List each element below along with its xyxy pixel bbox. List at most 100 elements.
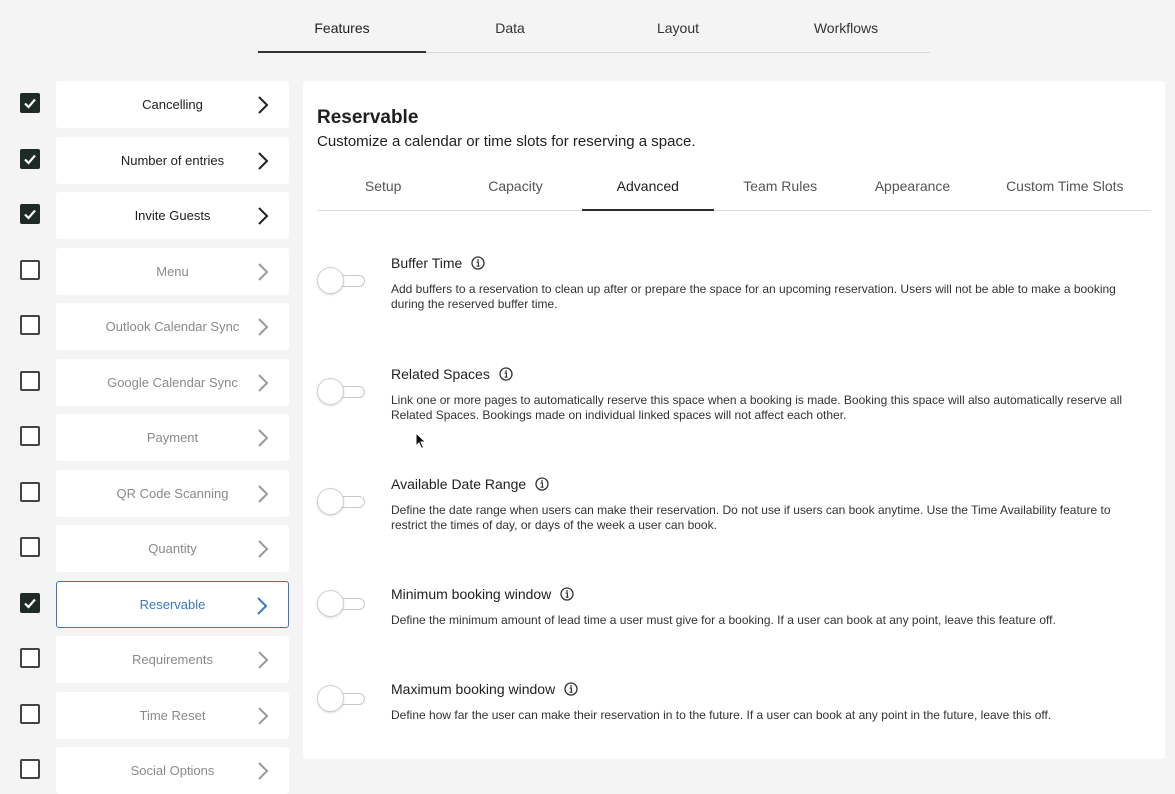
feature-checkbox-invite-guests[interactable] <box>20 204 40 224</box>
checkmark-icon <box>24 98 36 109</box>
feature-row-number-of-entries: Number of entries <box>20 137 290 184</box>
setting-title-text: Buffer Time <box>391 255 463 271</box>
feature-row-reservable: Reservable <box>20 581 290 628</box>
tab-data[interactable]: Data <box>426 0 594 52</box>
feature-checkbox-social-options[interactable] <box>20 759 40 779</box>
feature-button-reservable[interactable]: Reservable <box>56 581 289 628</box>
feature-button-time-reset[interactable]: Time Reset <box>56 692 289 739</box>
chevron-right-icon <box>258 207 269 225</box>
chevron-right-icon <box>258 152 269 170</box>
setting-title: Buffer Time <box>391 255 485 271</box>
setting-description: Define the minimum amount of lead time a… <box>391 613 1056 627</box>
feature-row-time-reset: Time Reset <box>20 692 290 739</box>
info-icon[interactable] <box>499 367 513 381</box>
chevron-right-icon <box>258 707 269 725</box>
top-tab-bar: Features Data Layout Workflows <box>258 0 930 53</box>
feature-label: Outlook Calendar Sync <box>105 319 240 334</box>
feature-checkbox-cancelling[interactable] <box>20 93 40 113</box>
feature-button-qr-code-scanning[interactable]: QR Code Scanning <box>56 470 289 517</box>
setting-title: Maximum booking window <box>391 681 578 697</box>
setting-description: Link one or more pages to automatically … <box>391 393 1123 422</box>
tab-capacity[interactable]: Capacity <box>449 163 581 210</box>
chevron-right-icon <box>258 374 269 392</box>
info-icon[interactable] <box>535 477 549 491</box>
feature-label: Requirements <box>132 652 213 667</box>
setting-title-text: Maximum booking window <box>391 681 556 697</box>
setting-title-text: Available Date Range <box>391 476 527 492</box>
maximum-booking-window-toggle[interactable] <box>317 685 365 712</box>
setting-title: Related Spaces <box>391 366 513 382</box>
feature-checkbox-menu[interactable] <box>20 260 40 280</box>
feature-button-google-calendar-sync[interactable]: Google Calendar Sync <box>56 359 289 406</box>
feature-label: Payment <box>146 430 199 445</box>
feature-label: Invite Guests <box>134 208 211 223</box>
setting-title: Available Date Range <box>391 476 549 492</box>
chevron-right-icon <box>257 597 268 615</box>
checkmark-icon <box>24 154 36 165</box>
feature-row-social-options: Social Options <box>20 747 290 794</box>
info-icon[interactable] <box>560 587 574 601</box>
setting-description: Add buffers to a reservation to clean up… <box>391 282 1116 311</box>
feature-row-invite-guests: Invite Guests <box>20 192 290 239</box>
feature-label: Quantity <box>148 541 197 556</box>
chevron-right-icon <box>258 485 269 503</box>
feature-checkbox-number-of-entries[interactable] <box>20 149 40 169</box>
tab-features[interactable]: Features <box>258 0 426 53</box>
related-spaces-toggle[interactable] <box>317 378 365 405</box>
tab-setup[interactable]: Setup <box>317 163 449 210</box>
feature-row-quantity: Quantity <box>20 525 290 572</box>
chevron-right-icon <box>258 318 269 336</box>
feature-button-requirements[interactable]: Requirements <box>56 636 289 683</box>
toggle-knob <box>317 685 344 712</box>
feature-checkbox-reservable[interactable] <box>20 593 40 613</box>
feature-button-outlook-calendar-sync[interactable]: Outlook Calendar Sync <box>56 303 289 350</box>
feature-label: Cancelling <box>142 97 203 112</box>
feature-row-outlook-calendar-sync: Outlook Calendar Sync <box>20 303 290 350</box>
feature-label: Google Calendar Sync <box>107 375 238 390</box>
feature-checkbox-outlook-calendar-sync[interactable] <box>20 315 40 335</box>
tab-custom-time-slots[interactable]: Custom Time Slots <box>979 163 1151 210</box>
feature-checkbox-payment[interactable] <box>20 426 40 446</box>
info-icon[interactable] <box>564 682 578 696</box>
setting-description: Define the date range when users can mak… <box>391 503 1111 532</box>
feature-label: Reservable <box>139 597 206 612</box>
chevron-right-icon <box>258 762 269 780</box>
tab-team-rules[interactable]: Team Rules <box>714 163 846 210</box>
tab-workflows[interactable]: Workflows <box>762 0 930 52</box>
tab-advanced[interactable]: Advanced <box>581 163 715 211</box>
feature-row-menu: Menu <box>20 248 290 295</box>
toggle-knob <box>317 590 344 617</box>
feature-button-payment[interactable]: Payment <box>56 414 289 461</box>
buffer-time-toggle[interactable] <box>317 267 365 294</box>
feature-label: Social Options <box>130 763 215 778</box>
feature-row-qr-code-scanning: QR Code Scanning <box>20 470 290 517</box>
feature-checkbox-google-calendar-sync[interactable] <box>20 371 40 391</box>
feature-label: Time Reset <box>139 708 206 723</box>
feature-button-menu[interactable]: Menu <box>56 248 289 295</box>
feature-button-quantity[interactable]: Quantity <box>56 525 289 572</box>
feature-label: Number of entries <box>120 153 225 168</box>
feature-checkbox-quantity[interactable] <box>20 537 40 557</box>
feature-checkbox-requirements[interactable] <box>20 648 40 668</box>
feature-settings-panel: Reservable Customize a calendar or time … <box>303 81 1165 759</box>
tab-appearance[interactable]: Appearance <box>846 163 978 210</box>
setting-title: Minimum booking window <box>391 586 574 602</box>
minimum-booking-window-toggle[interactable] <box>317 590 365 617</box>
feature-checkbox-qr-code-scanning[interactable] <box>20 482 40 502</box>
panel-tab-bar: Setup Capacity Advanced Team Rules Appea… <box>317 163 1151 211</box>
tab-layout[interactable]: Layout <box>594 0 762 52</box>
feature-row-google-calendar-sync: Google Calendar Sync <box>20 359 290 406</box>
mouse-cursor-icon <box>415 432 427 450</box>
feature-checkbox-time-reset[interactable] <box>20 704 40 724</box>
available-date-range-toggle[interactable] <box>317 488 365 515</box>
feature-button-number-of-entries[interactable]: Number of entries <box>56 137 289 184</box>
feature-button-social-options[interactable]: Social Options <box>56 747 289 794</box>
checkmark-icon <box>24 598 36 609</box>
setting-title-text: Minimum booking window <box>391 586 552 602</box>
feature-row-payment: Payment <box>20 414 290 461</box>
chevron-right-icon <box>258 540 269 558</box>
feature-label: Menu <box>156 264 189 279</box>
info-icon[interactable] <box>471 256 485 270</box>
feature-button-cancelling[interactable]: Cancelling <box>56 81 289 128</box>
feature-button-invite-guests[interactable]: Invite Guests <box>56 192 289 239</box>
